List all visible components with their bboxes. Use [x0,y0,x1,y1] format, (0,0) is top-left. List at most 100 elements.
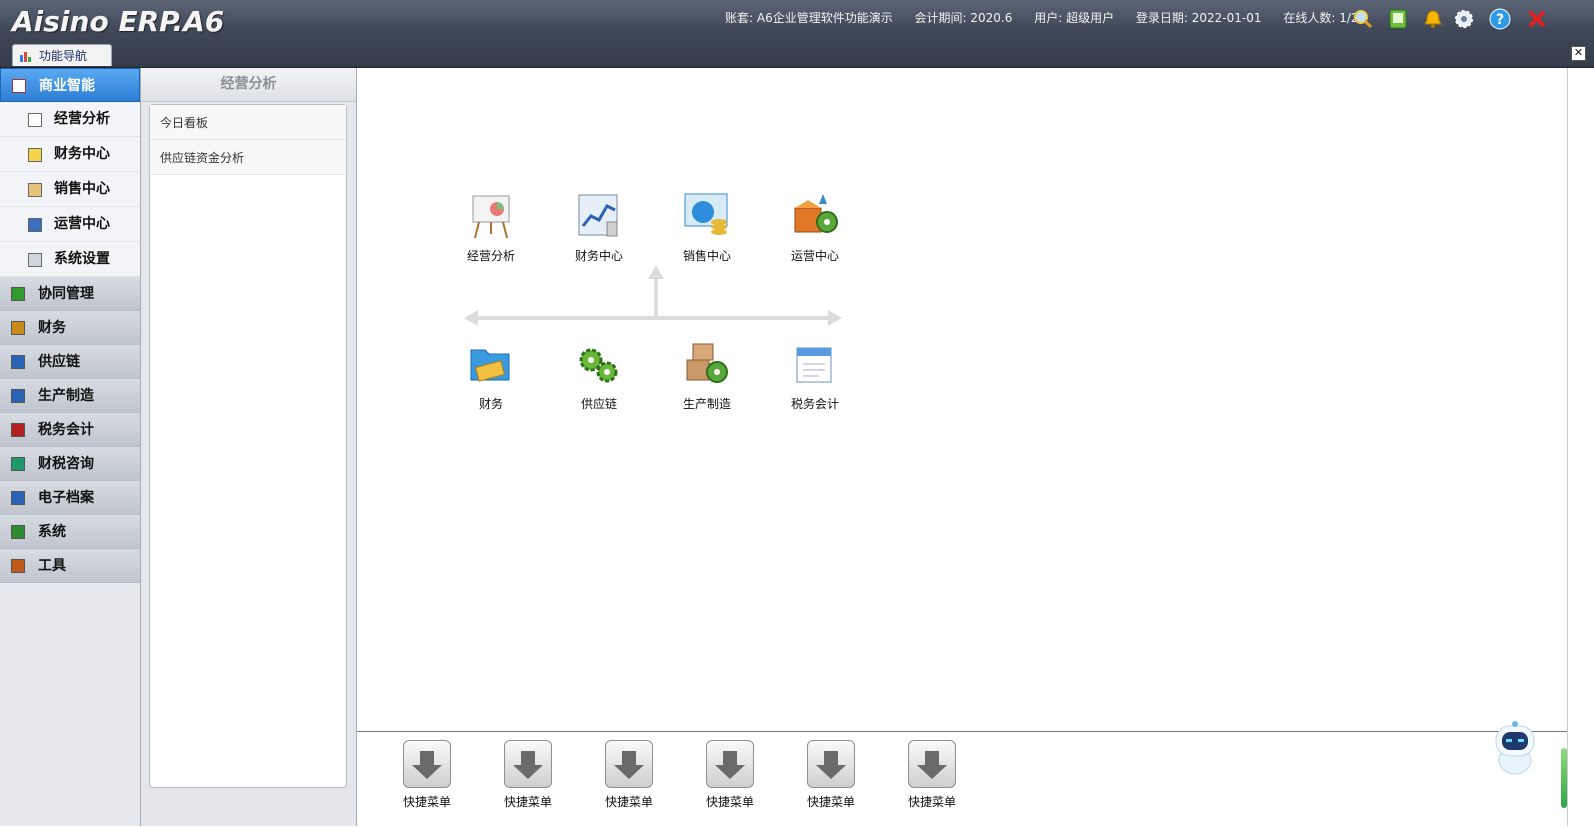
sidebar-subitem-operations-center[interactable]: 运营中心 [0,207,140,242]
quick-menu-button[interactable]: 快捷菜单 [498,740,558,810]
sidebar-item-collaboration[interactable]: 协同管理 [0,277,140,311]
quick-menu-button[interactable]: 快捷菜单 [397,740,457,810]
boxes-gear-icon [686,343,728,383]
arrow-down-icon [706,740,754,788]
tile-supply-chain[interactable]: 供应链 [559,340,639,412]
sidebar-item-manufacturing[interactable]: 生产制造 [0,379,140,413]
close-tab-button[interactable]: ✕ [1571,46,1586,61]
header-info: 账套: A6企业管理软件功能演示 会计期间: 2020.6 用户: 超级用户 登… [725,9,1377,29]
tile-manufacturing[interactable]: 生产制造 [667,340,747,412]
tab-nav-label: 功能导航 [39,49,88,63]
archive-icon [11,491,25,505]
calendar-document-icon [796,347,832,383]
sidebar-subitem-business-analysis[interactable]: 经营分析 [0,102,140,137]
search-icon[interactable] [1352,8,1374,30]
arrow-down-icon [908,740,956,788]
tile-finance[interactable]: 财务 [451,340,531,412]
svg-text:?: ? [1496,12,1504,28]
sidebar-subitem-label: 系统设置 [54,251,110,267]
arrow-down-icon [504,740,552,788]
collaboration-icon [11,287,25,301]
quick-menu-label: 快捷菜单 [604,795,653,809]
gear-icon[interactable] [1453,8,1475,30]
sidebar-item-label: 生产制造 [38,388,94,404]
list-item-today-dashboard[interactable]: 今日看板 [150,105,346,140]
tile-label: 财务中心 [574,249,623,263]
system-icon [11,525,25,539]
sidebar-subitem-sales-center[interactable]: 销售中心 [0,172,140,207]
folder-money-icon [470,349,510,382]
login-date-info: 登录日期: 2022-01-01 [1135,11,1262,25]
sidebar-item-label: 税务会计 [38,422,94,438]
app-logo: Aisino ERP.A6 [12,5,225,38]
sidebar-item-tax-consulting[interactable]: 财税咨询 [0,447,140,481]
sidebar-subitem-label: 财务中心 [54,146,110,162]
presentation-board-icon [472,195,510,239]
tile-sales-center[interactable]: 销售中心 [667,192,747,264]
quick-menu-bar: 快捷菜单 快捷菜单 快捷菜单 快捷菜单 快捷菜单 快捷菜单 [357,731,1567,827]
quick-menu-label: 快捷菜单 [806,795,855,809]
quick-menu-label: 快捷菜单 [402,795,451,809]
help-icon[interactable]: ? [1489,8,1511,30]
sidebar-item-label: 财务 [38,320,66,336]
quick-menu-button[interactable]: 快捷菜单 [700,740,760,810]
arrow-down-icon [807,740,855,788]
sidebar-item-supply-chain[interactable]: 供应链 [0,345,140,379]
online-info: 在线人数: 1/2 [1283,11,1359,25]
quick-menu-button[interactable]: 快捷菜单 [801,740,861,810]
operations-center-icon [28,218,42,232]
chart-icon [20,52,31,62]
sidebar-subitem-label: 经营分析 [54,111,110,127]
sidebar-item-system[interactable]: 系统 [0,515,140,549]
sidebar-item-tax-accounting[interactable]: 税务会计 [0,413,140,447]
main-canvas: 经营分析 财务中心 销售中心 运营中心 财务 供应链 生产制造 税务会计 [357,68,1567,732]
sidebar: 商业智能 经营分析 财务中心 销售中心 运营中心 系统设置 协同管理 财务 供应… [0,68,141,826]
tab-function-navigation[interactable]: 功能导航 [12,44,112,66]
scrollbar-thumb[interactable] [1561,748,1567,808]
analysis-icon [28,113,42,127]
tile-operations-center[interactable]: 运营中心 [775,192,855,264]
quick-menu-label: 快捷菜单 [503,795,552,809]
close-icon[interactable] [1526,8,1548,30]
sidebar-item-tools[interactable]: 工具 [0,549,140,583]
business-intelligence-icon [12,79,26,93]
tile-label: 财务 [478,397,503,411]
notebook-icon[interactable] [1387,8,1409,30]
sidebar-item-label: 协同管理 [38,286,94,302]
quick-menu-label: 快捷菜单 [907,795,956,809]
tile-tax-accounting[interactable]: 税务会计 [775,340,855,412]
assistant-robot-icon[interactable] [1490,720,1540,778]
arrow-down-icon [403,740,451,788]
sub-panel: 经营分析 今日看板 供应链资金分析 [141,68,357,826]
settings-icon [28,253,42,267]
flow-arrows [464,265,842,326]
quick-menu-button[interactable]: 快捷菜单 [902,740,962,810]
bell-icon[interactable] [1422,8,1444,30]
quick-menu-button[interactable]: 快捷菜单 [599,740,659,810]
right-scroll-strip [1567,68,1594,826]
tile-finance-center[interactable]: 财务中心 [559,192,639,264]
tile-label: 销售中心 [682,249,731,263]
app-header: Aisino ERP.A6 账套: A6企业管理软件功能演示 会计期间: 202… [0,0,1594,68]
tile-label: 供应链 [580,397,617,411]
sidebar-item-e-archive[interactable]: 电子档案 [0,481,140,515]
manufacturing-icon [11,389,25,403]
tools-icon [11,559,25,573]
period-info: 会计期间: 2020.6 [914,11,1013,25]
sidebar-item-business-intelligence[interactable]: 商业智能 [0,68,140,102]
arrow-down-icon [605,740,653,788]
quick-menu-label: 快捷菜单 [705,795,754,809]
sidebar-subitem-finance-center[interactable]: 财务中心 [0,137,140,172]
sub-panel-title: 经营分析 [141,68,356,102]
sidebar-item-finance[interactable]: 财务 [0,311,140,345]
globe-coins-icon [684,193,728,235]
list-item-supply-chain-fund-analysis[interactable]: 供应链资金分析 [150,140,346,175]
tax-consulting-icon [11,457,25,471]
gears-icon [579,348,618,383]
tile-label: 运营中心 [790,249,839,263]
sidebar-item-label: 电子档案 [38,490,94,506]
line-chart-icon [578,194,618,237]
sidebar-subitem-system-settings[interactable]: 系统设置 [0,242,140,277]
user-info: 用户: 超级用户 [1034,11,1115,25]
tile-business-analysis[interactable]: 经营分析 [451,192,531,264]
